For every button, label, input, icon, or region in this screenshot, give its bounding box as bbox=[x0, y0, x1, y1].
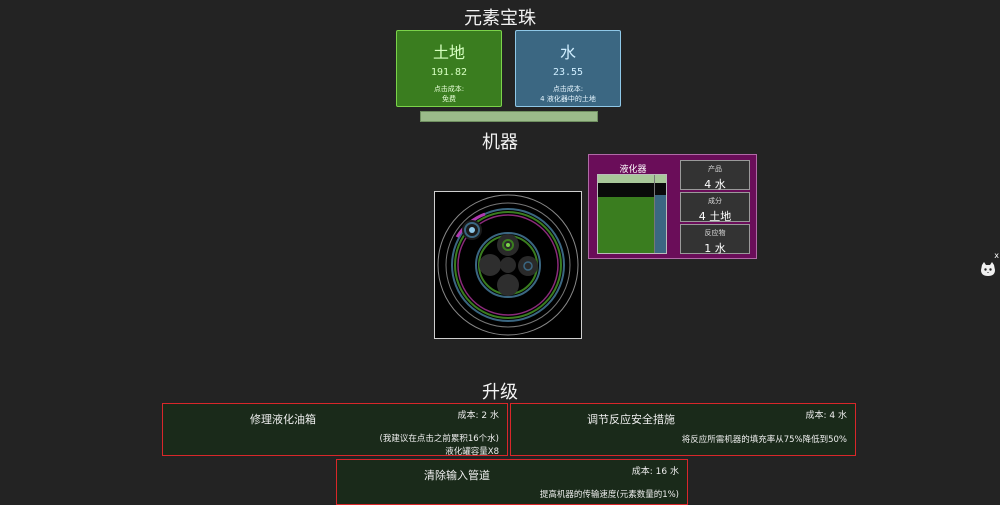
water-orb-cost-value: 4 液化器中的土地 bbox=[540, 95, 596, 103]
ingredient-label: 成分 bbox=[708, 197, 722, 205]
machine-visual[interactable] bbox=[434, 191, 582, 339]
tank-divider bbox=[654, 175, 655, 253]
side-widget-close-button[interactable]: x bbox=[994, 251, 999, 260]
upgrade-name: 调节反应安全措施 bbox=[587, 413, 675, 426]
liquefier-diagram-icon bbox=[437, 194, 579, 336]
upgrade-effect: 提高机器的传输速度(元素数量的1%) bbox=[539, 490, 679, 500]
water-orb-amount: 23.55 bbox=[552, 67, 584, 78]
tank-cap bbox=[598, 175, 654, 183]
product-label: 产品 bbox=[708, 165, 722, 173]
upgrade-cost: 成本: 2 水 bbox=[457, 411, 499, 421]
ingredient-value: 4 土地 bbox=[698, 210, 732, 223]
liquefier-tank bbox=[597, 174, 667, 254]
reactant-label: 反应物 bbox=[704, 229, 726, 237]
earth-orb-name: 土地 bbox=[432, 43, 465, 62]
ingredient-stat: 成分 4 土地 bbox=[680, 192, 750, 223]
upgrade-name: 清除输入管道 bbox=[424, 469, 490, 482]
upgrade-name: 修理液化油箱 bbox=[250, 413, 316, 426]
liquefier-panel: 液化器 产品 4 水 成分 4 土地 反应物 1 水 bbox=[588, 154, 757, 259]
machines-section-title: 机器 bbox=[482, 132, 518, 153]
upgrade-adjust-safety[interactable]: 调节反应安全措施 成本: 4 水 将反应所需机器的填充率从75%降低到50% bbox=[510, 403, 856, 456]
upgrade-effect: 液化罐容量X8 bbox=[445, 447, 499, 457]
upgrade-hint: (我建议在点击之前累积16个水) bbox=[379, 434, 499, 444]
upgrade-effect: 将反应所需机器的填充率从75%降低到50% bbox=[681, 435, 847, 445]
earth-orb-cost-label: 点击成本: bbox=[433, 85, 465, 93]
water-orb-name: 水 bbox=[559, 43, 576, 62]
transfer-bar bbox=[420, 111, 598, 122]
product-stat: 产品 4 水 bbox=[680, 160, 750, 191]
tank-cap-small bbox=[655, 175, 666, 183]
upgrades-section-title: 升级 bbox=[482, 382, 518, 403]
earth-orb-button[interactable]: 土地 191.82 点击成本: 免费 bbox=[396, 30, 502, 107]
orbs-section-title: 元素宝珠 bbox=[464, 8, 536, 29]
upgrade-description: (我建议在点击之前累积16个水) 液化罐容量X8 bbox=[380, 433, 499, 459]
upgrade-cost: 成本: 16 水 bbox=[631, 467, 679, 477]
tank-water-fill bbox=[655, 195, 666, 253]
upgrade-repair-tank[interactable]: 修理液化油箱 成本: 2 水 (我建议在点击之前累积16个水) 液化罐容量X8 bbox=[162, 403, 508, 459]
upgrade-clear-pipes[interactable]: 清除输入管道 成本: 16 水 提高机器的传输速度(元素数量的1%) bbox=[336, 459, 688, 505]
tank-earth-fill bbox=[598, 196, 654, 253]
earth-orb-amount: 191.82 bbox=[430, 67, 468, 78]
reactant-stat: 反应物 1 水 bbox=[680, 224, 750, 255]
earth-orb-cost-value: 免费 bbox=[442, 95, 456, 103]
water-orb-button[interactable]: 水 23.55 点击成本: 4 液化器中的土地 bbox=[515, 30, 621, 107]
water-orb-cost-label: 点击成本: bbox=[552, 85, 584, 93]
cat-face-icon[interactable] bbox=[980, 261, 996, 277]
upgrade-cost: 成本: 4 水 bbox=[805, 411, 847, 421]
reactant-value: 1 水 bbox=[704, 242, 726, 255]
side-widget[interactable]: x bbox=[978, 251, 1000, 280]
product-value: 4 水 bbox=[704, 178, 726, 191]
